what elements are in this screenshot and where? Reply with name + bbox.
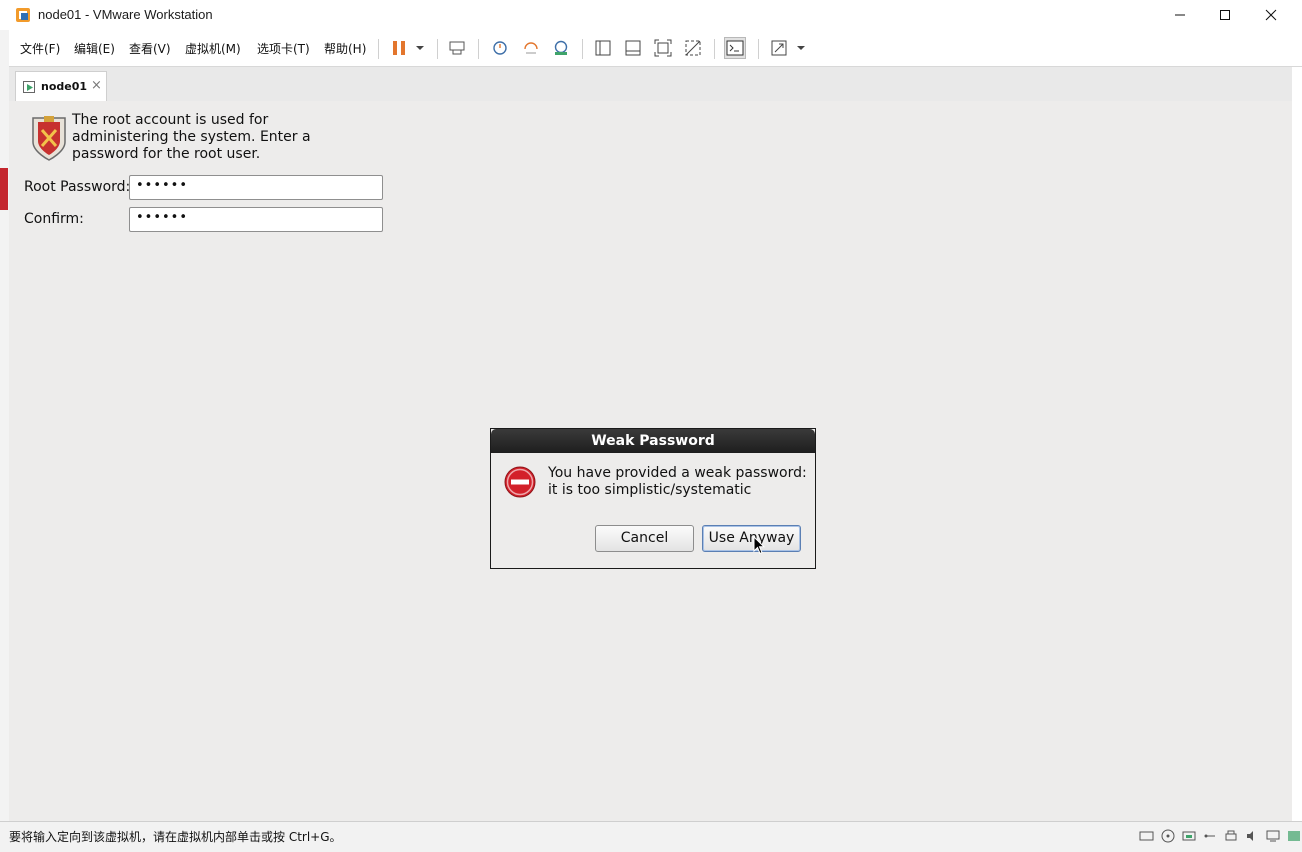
use-anyway-button[interactable]: Use Anyway [702, 525, 801, 552]
menu-view[interactable]: 查看(V) [129, 40, 171, 57]
toolbar-separator [714, 39, 715, 59]
tab-node01[interactable]: node01 × [15, 71, 107, 101]
toolbar-separator [437, 39, 438, 59]
dialog-title: Weak Password [491, 429, 815, 453]
tab-close-icon[interactable]: × [91, 78, 102, 93]
cancel-button[interactable]: Cancel [595, 525, 694, 552]
dialog-message: You have provided a weak password: it is… [548, 465, 807, 498]
close-icon [1265, 9, 1277, 21]
snapshot-manager-button[interactable] [550, 37, 572, 59]
root-shield-icon [32, 116, 66, 161]
revert-snapshot-button[interactable] [520, 37, 542, 59]
root-account-description: The root account is used for administeri… [72, 112, 311, 162]
console-view-icon [726, 40, 744, 56]
root-password-label: Root Password: [24, 179, 131, 195]
menu-help[interactable]: 帮助(H) [324, 40, 366, 57]
dropdown-arrow-icon [416, 46, 424, 50]
menu-tabs[interactable]: 选项卡(T) [257, 40, 310, 57]
tab-strip: node01 × [9, 67, 1292, 102]
mouse-cursor-icon [753, 536, 765, 555]
status-message: 要将输入定向到该虚拟机，请在虚拟机内部单击或按 Ctrl+G。 [9, 830, 342, 844]
root-password-input[interactable]: •••••• [129, 175, 383, 200]
send-ctrl-alt-del-icon [449, 41, 465, 55]
toolbar-separator [478, 39, 479, 59]
vm-guest-screen[interactable]: The root account is used for administeri… [9, 101, 1292, 821]
desktop-item [0, 168, 8, 210]
snapshot-button[interactable] [489, 37, 511, 59]
menu-vm[interactable]: 虚拟机(M) [185, 40, 241, 57]
error-icon [504, 466, 536, 498]
stretch-dropdown-button[interactable] [790, 37, 812, 59]
minimize-button[interactable] [1157, 0, 1203, 30]
tab-label: node01 [41, 80, 88, 93]
snapshot-manager-icon [554, 40, 568, 55]
console-view-button[interactable] [724, 37, 746, 59]
toolbar-separator [378, 39, 379, 59]
send-ctrl-alt-del-button[interactable] [446, 37, 468, 59]
thumbnail-view-button[interactable] [622, 37, 644, 59]
snapshot-icon [493, 41, 507, 55]
toolbar-separator [582, 39, 583, 59]
confirm-password-input[interactable]: •••••• [129, 207, 383, 232]
pause-button[interactable] [388, 37, 410, 59]
vm-running-icon [23, 81, 35, 93]
hard-disk-icon[interactable] [1138, 828, 1155, 843]
display-icon[interactable] [1264, 828, 1281, 843]
message-log-icon[interactable] [1285, 828, 1302, 843]
weak-password-dialog: Weak Password You have provided a weak p… [490, 428, 816, 569]
maximize-button[interactable] [1202, 0, 1248, 30]
power-dropdown-button[interactable] [409, 37, 431, 59]
device-status-icons [1138, 828, 1302, 843]
fullscreen-button[interactable] [652, 37, 674, 59]
unity-icon [685, 40, 701, 56]
vmware-icon [16, 8, 30, 22]
window-titlebar[interactable]: node01 - VMware Workstation [0, 0, 1302, 30]
stretch-button[interactable] [768, 37, 790, 59]
sound-icon[interactable] [1243, 828, 1260, 843]
minimize-icon [1175, 14, 1185, 16]
dropdown-arrow-icon [797, 46, 805, 50]
window-title: node01 - VMware Workstation [38, 7, 213, 22]
unity-button[interactable] [682, 37, 704, 59]
close-button[interactable] [1248, 0, 1294, 30]
status-bar: 要将输入定向到该虚拟机，请在虚拟机内部单击或按 Ctrl+G。 [0, 821, 1302, 852]
printer-icon[interactable] [1222, 828, 1239, 843]
fullscreen-icon [654, 39, 672, 57]
revert-snapshot-icon [524, 42, 538, 54]
thumbnail-view-icon [625, 40, 641, 56]
menu-edit[interactable]: 编辑(E) [74, 40, 115, 57]
menu-file[interactable]: 文件(F) [20, 40, 60, 57]
network-adapter-icon[interactable] [1180, 828, 1197, 843]
library-view-button[interactable] [592, 37, 614, 59]
toolbar-separator [758, 39, 759, 59]
usb-icon[interactable] [1201, 828, 1218, 843]
cd-drive-icon[interactable] [1159, 828, 1176, 843]
confirm-label: Confirm: [24, 211, 84, 227]
maximize-icon [1220, 10, 1230, 20]
library-view-icon [595, 40, 611, 56]
stretch-icon [771, 40, 787, 56]
menu-toolbar: 文件(F) 编辑(E) 查看(V) 虚拟机(M) 选项卡(T) 帮助(H) [9, 30, 1302, 67]
pause-icon [393, 41, 405, 55]
